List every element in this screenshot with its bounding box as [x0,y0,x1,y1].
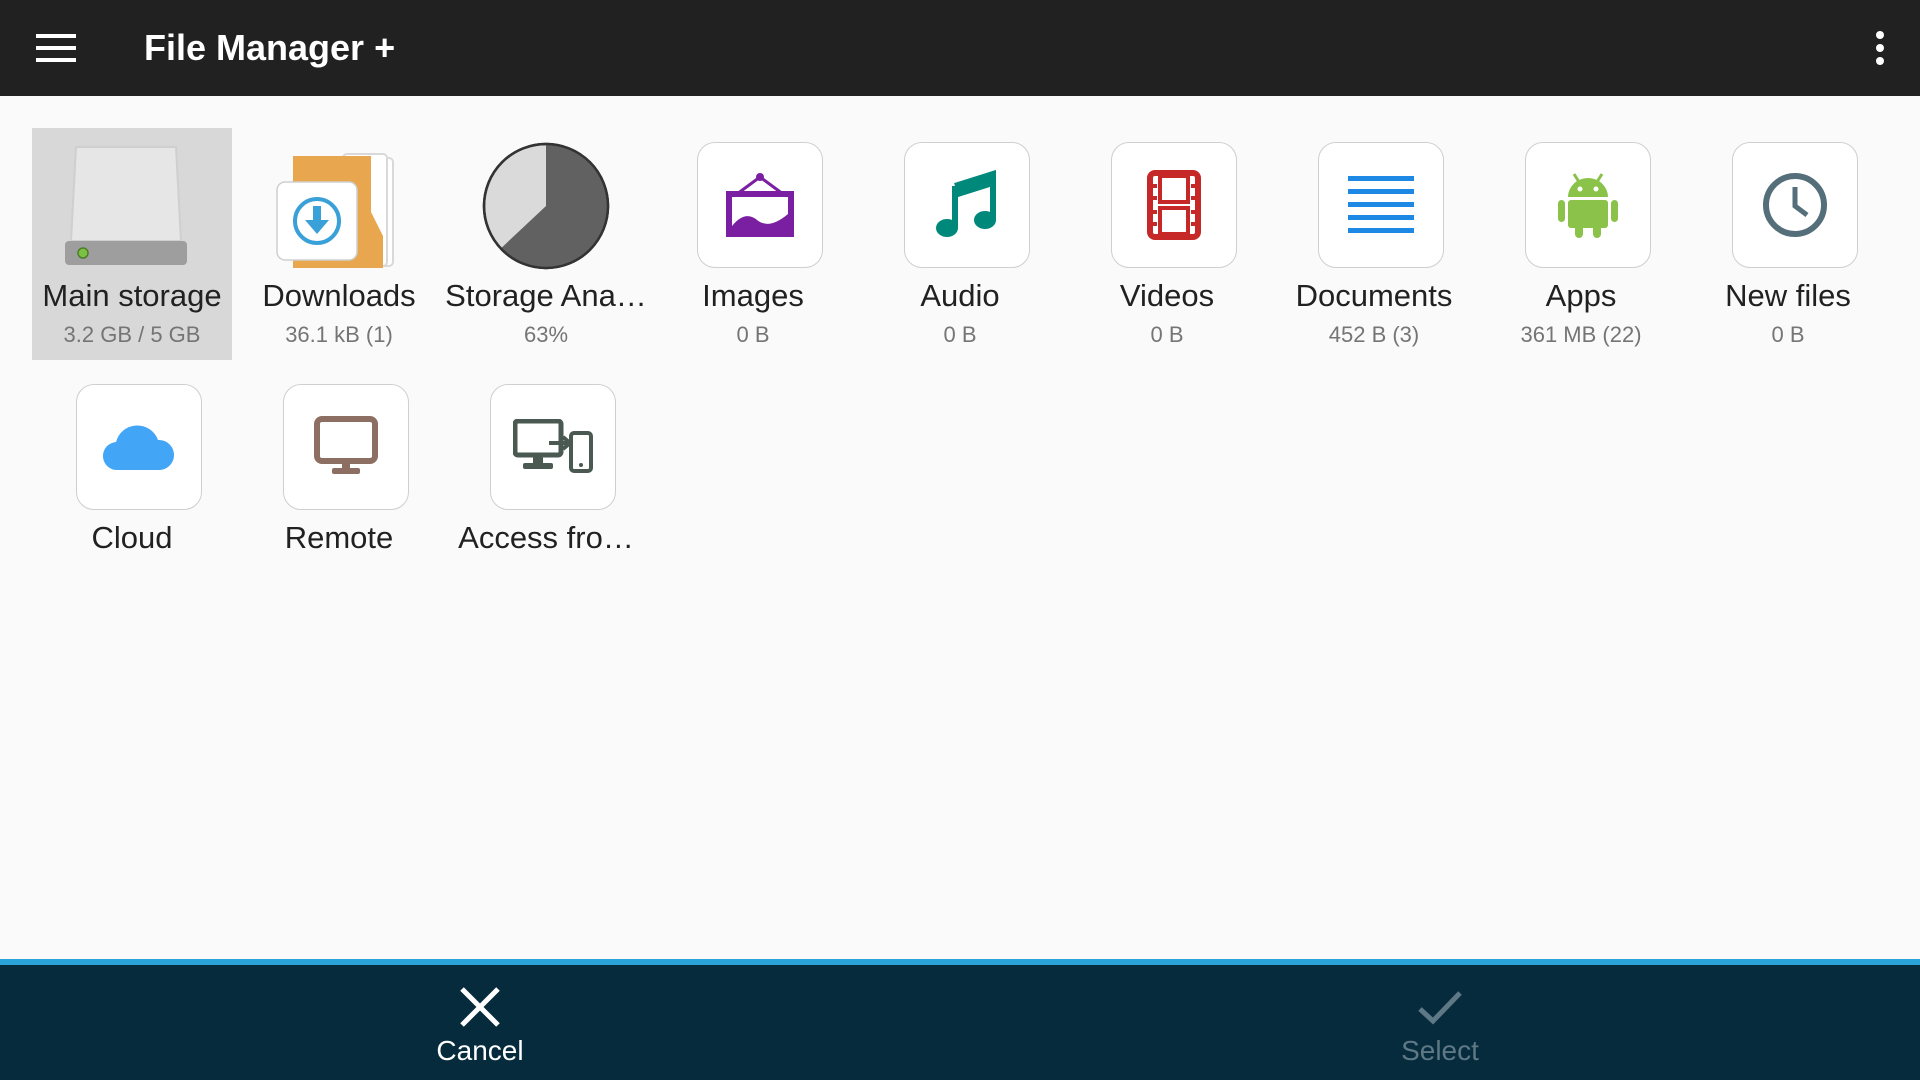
tile-audio[interactable]: Audio 0 B [860,128,1060,360]
tile-label: Downloads [262,278,416,313]
tile-sub: 0 B [1771,322,1805,347]
tile-main-storage[interactable]: Main storage 3.2 GB / 5 GB [32,128,232,360]
tile-storage-analyzer[interactable]: Storage Ana… 63% [445,128,647,360]
check-icon [1416,983,1464,1031]
tile-downloads[interactable]: Downloads 36.1 kB (1) [239,128,439,360]
document-lines-icon [1318,142,1444,268]
tile-label: Images [702,278,804,313]
tile-cloud[interactable]: Cloud [32,370,232,570]
tile-apps[interactable]: Apps 361 MB (22) [1481,128,1681,360]
tile-images[interactable]: Images 0 B [653,128,853,360]
tile-sub: 361 MB (22) [1520,322,1642,347]
bottom-action-bar: Cancel Select [0,965,1920,1080]
tile-label: New files [1725,278,1851,313]
tile-sub: 452 B (3) [1328,322,1420,347]
tile-videos[interactable]: Videos 0 B [1067,128,1267,360]
hamburger-menu-icon[interactable] [20,20,92,76]
tile-label: Audio [920,278,1000,313]
tile-sub: 0 B [943,322,977,347]
select-button[interactable]: Select [1280,965,1600,1080]
hard-drive-icon [60,140,192,272]
cloud-icon [76,384,202,510]
pie-chart-icon [480,140,612,272]
close-icon [456,983,504,1031]
music-note-icon [904,142,1030,268]
app-bar: File Manager + [0,0,1920,96]
image-icon [697,142,823,268]
monitor-icon [283,384,409,510]
tile-sub: 36.1 kB (1) [285,322,393,347]
devices-icon [490,384,616,510]
tile-remote[interactable]: Remote [239,370,439,570]
app-title: File Manager + [144,27,396,68]
android-icon [1525,142,1651,268]
tile-label: Cloud [91,520,173,555]
tile-label: Main storage [42,278,222,313]
tile-label: Access fro… [458,520,634,555]
tile-documents[interactable]: Documents 452 B (3) [1274,128,1474,360]
tile-label: Documents [1295,278,1453,313]
tile-sub: 0 B [1150,322,1184,347]
tile-label: Apps [1545,278,1617,313]
cancel-label: Cancel [436,1035,524,1066]
tile-label: Storage Ana… [445,278,647,313]
clock-icon [1732,142,1858,268]
select-label: Select [1401,1035,1479,1066]
tile-new-files[interactable]: New files 0 B [1688,128,1888,360]
film-strip-icon [1111,142,1237,268]
cancel-button[interactable]: Cancel [320,965,640,1080]
tile-sub: 63% [523,322,569,347]
tile-sub: 3.2 GB / 5 GB [63,322,201,347]
downloads-folder-icon [273,140,405,272]
tile-sub: 0 B [736,322,770,347]
tile-access-from-network[interactable]: Access fro… [446,370,646,570]
tile-label: Remote [284,520,394,555]
more-vert-icon[interactable] [1852,20,1908,76]
tile-label: Videos [1119,278,1215,313]
